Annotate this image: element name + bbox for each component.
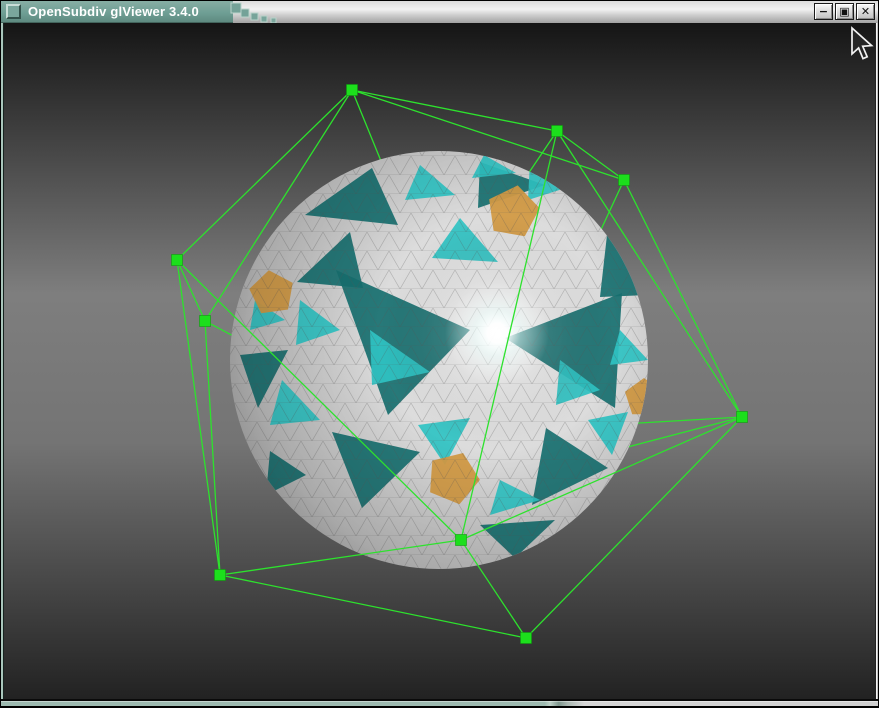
sphere-shading <box>230 151 648 569</box>
window-title: OpenSubdiv glViewer 3.4.0 <box>28 4 199 19</box>
maximize-button[interactable]: ▣ <box>835 3 854 20</box>
cage-control-point[interactable] <box>172 255 183 266</box>
window-border-bottom[interactable] <box>1 699 878 706</box>
titlebar: OpenSubdiv glViewer 3.4.0 − ▣ ✕ <box>1 1 878 23</box>
window-border-right[interactable] <box>875 23 878 699</box>
cage-control-point[interactable] <box>347 85 358 96</box>
titlebar-step-decoration <box>229 1 293 23</box>
cage-control-point[interactable] <box>456 535 467 546</box>
cage-control-point[interactable] <box>552 126 563 137</box>
cage-control-point[interactable] <box>619 175 630 186</box>
cage-control-point[interactable] <box>521 633 532 644</box>
close-button[interactable]: ✕ <box>856 3 875 20</box>
minimize-button[interactable]: − <box>814 3 833 20</box>
window-menu-icon[interactable] <box>6 4 21 19</box>
cage-control-point[interactable] <box>737 412 748 423</box>
app-window: OpenSubdiv glViewer 3.4.0 − ▣ ✕ <box>0 0 879 708</box>
specular-highlight <box>445 281 549 385</box>
cage-control-point[interactable] <box>200 316 211 327</box>
gl-viewport[interactable] <box>4 23 875 699</box>
cage-control-point[interactable] <box>215 570 226 581</box>
window-controls: − ▣ ✕ <box>814 3 875 20</box>
